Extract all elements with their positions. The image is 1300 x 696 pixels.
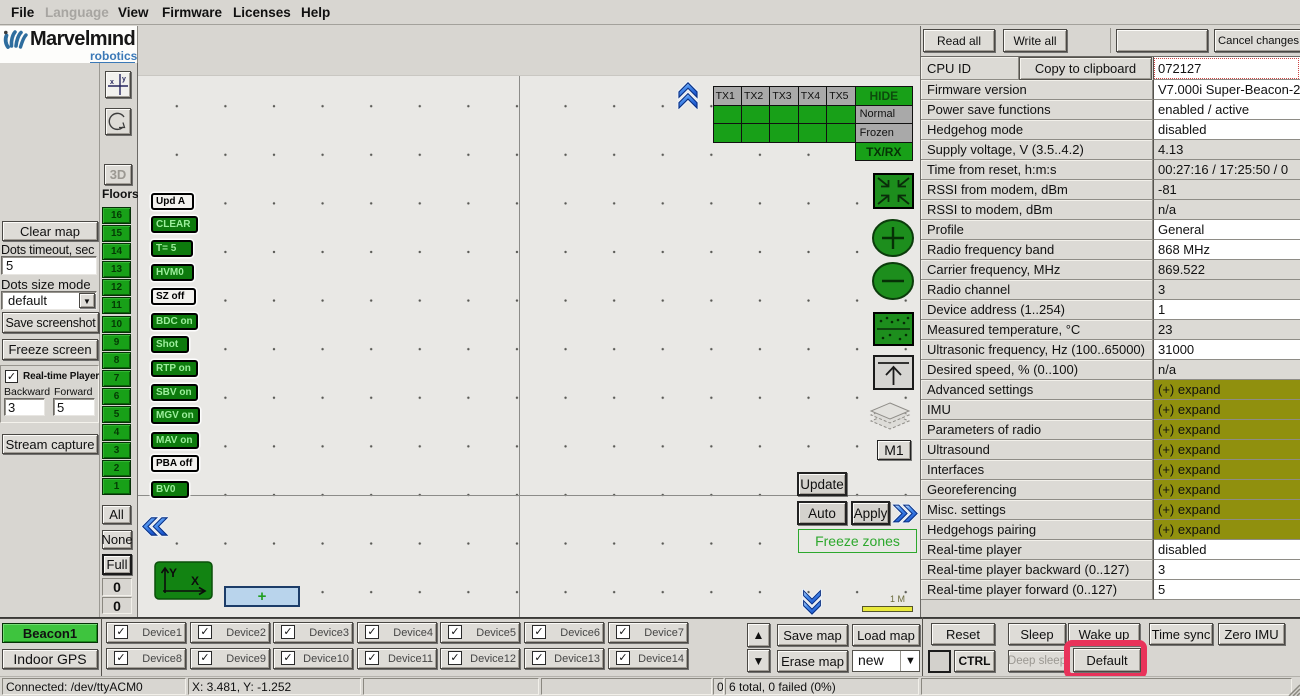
svg-text:y: y <box>122 76 126 83</box>
svg-text:x: x <box>110 79 114 86</box>
svg-text:Y: Y <box>169 566 177 580</box>
svg-text:X: X <box>191 574 199 588</box>
